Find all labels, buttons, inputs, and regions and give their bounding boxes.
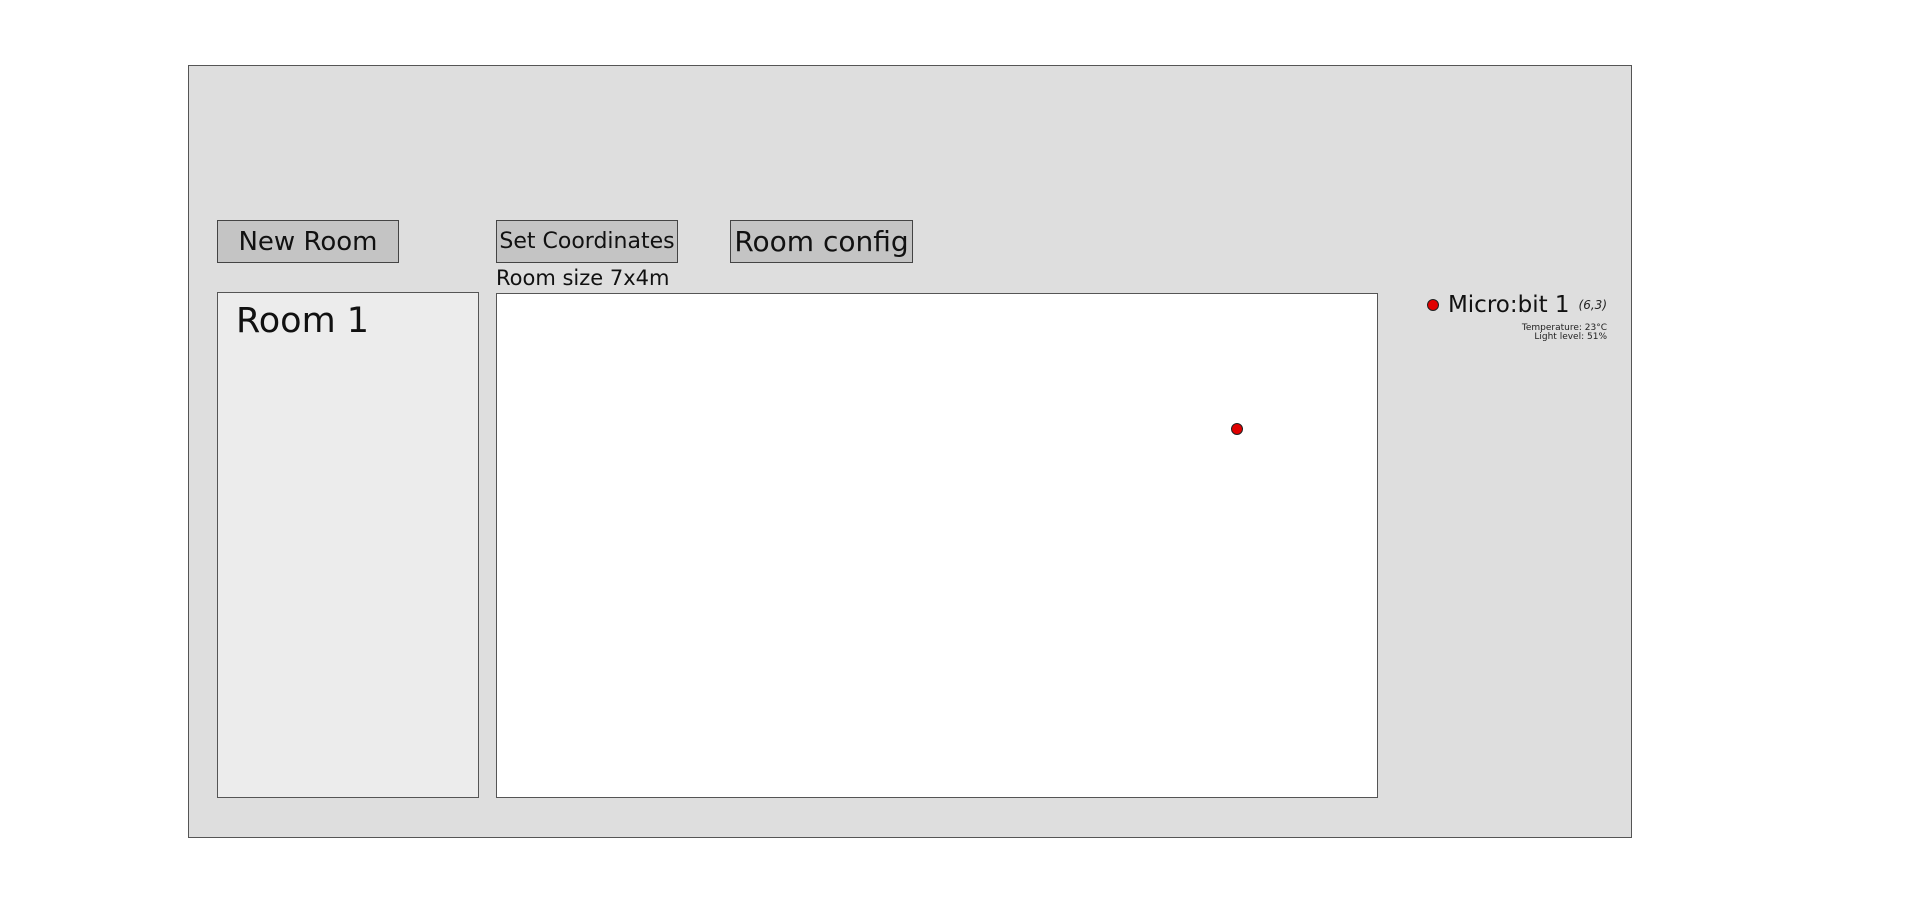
device-status-dot-icon	[1426, 299, 1439, 311]
room-canvas[interactable]	[496, 293, 1378, 798]
new-room-button[interactable]: New Room	[217, 220, 399, 263]
room-list-item-room-1[interactable]: Room 1	[236, 301, 369, 341]
microbit-1-marker[interactable]	[1231, 423, 1243, 435]
device-light-level: Light level: 51%	[1534, 332, 1607, 342]
device-panel: Micro:bit 1 (6,3) Temperature: 23°C Ligh…	[1426, 292, 1607, 352]
set-coordinates-button[interactable]: Set Coordinates	[496, 220, 678, 263]
room-list: Room 1	[217, 292, 479, 798]
room-config-button[interactable]: Room config	[730, 220, 913, 263]
room-size-label: Room size 7x4m	[496, 266, 670, 290]
app-frame: New Room Set Coordinates Room config Roo…	[188, 65, 1632, 838]
device-stats: Temperature: 23°C Light level: 51%	[1522, 324, 1607, 342]
device-coordinates: (6,3)	[1578, 298, 1607, 312]
device-entry-microbit-1[interactable]: Micro:bit 1 (6,3)	[1426, 292, 1607, 318]
device-name: Micro:bit 1	[1447, 292, 1570, 318]
